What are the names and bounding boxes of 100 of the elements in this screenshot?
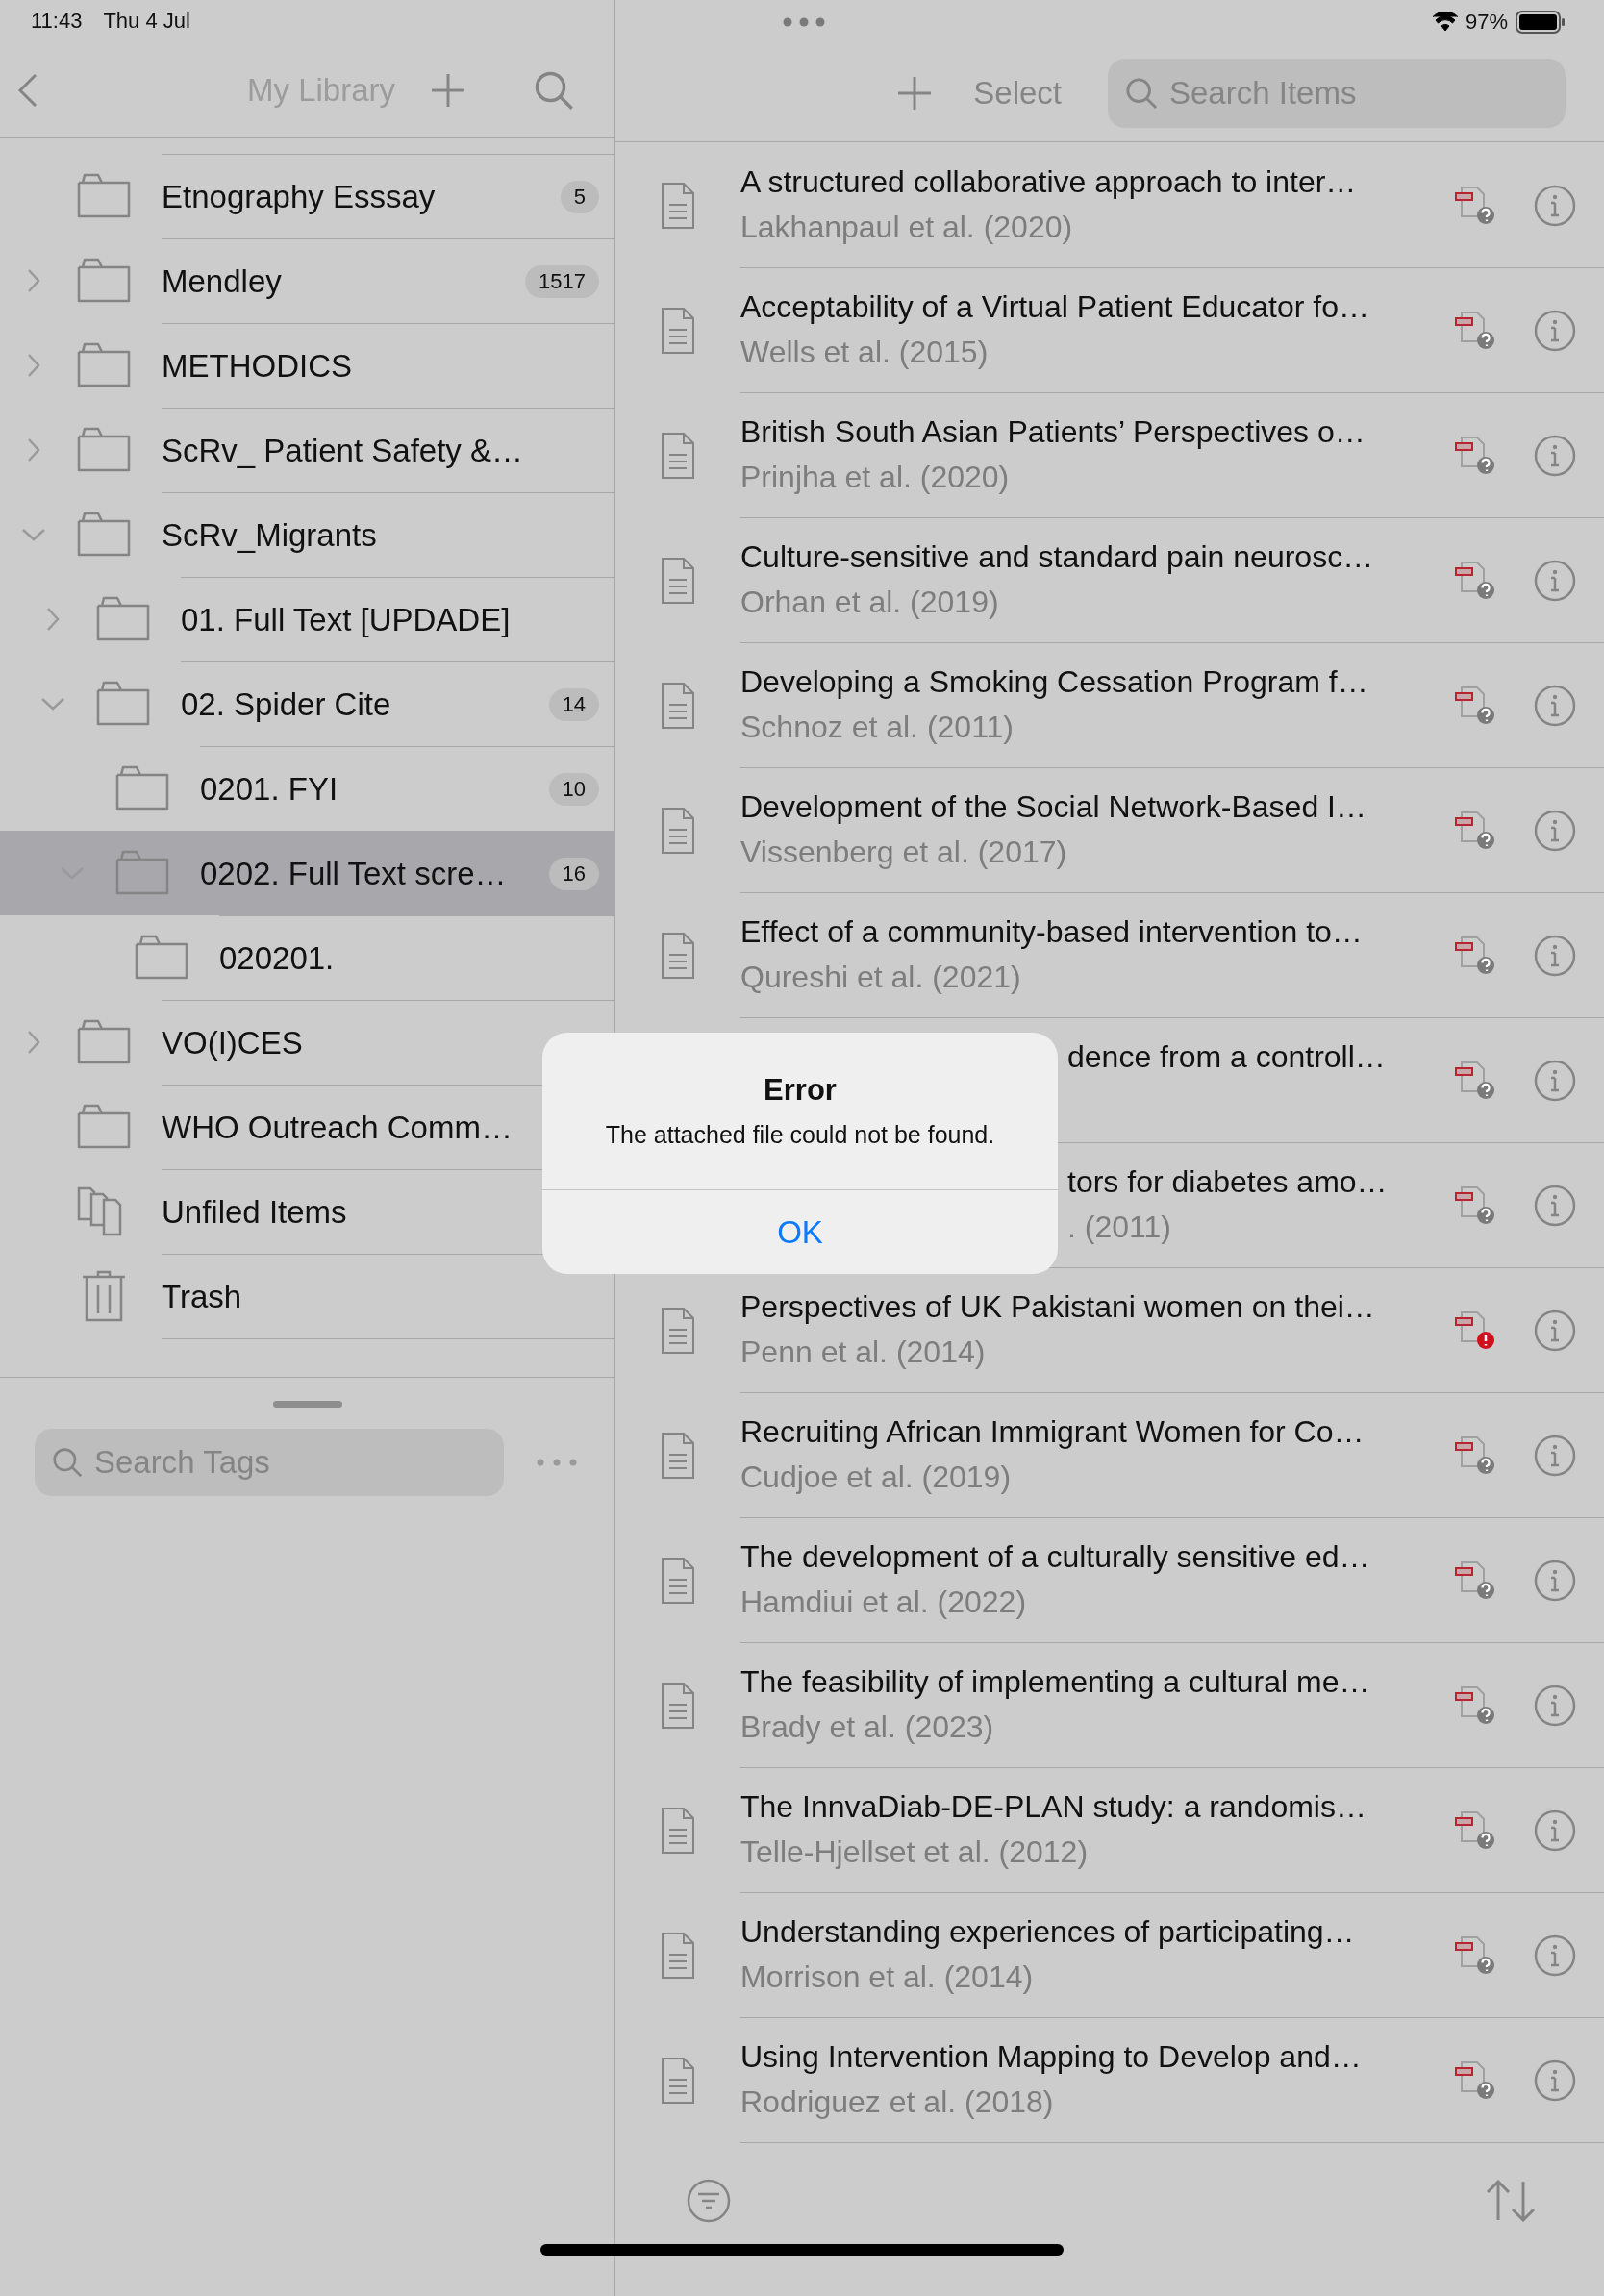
missing-file-icon[interactable] [1454,685,1496,726]
item-row[interactable]: Culture-sensitive and standard pain neurosc… Orhan et al. (2019) [615,518,1604,643]
filter-icon[interactable] [687,2178,731,2223]
info-icon[interactable] [1534,1809,1576,1852]
add-item-button[interactable] [896,74,934,112]
chevron-right-icon[interactable] [26,1030,41,1055]
item-row[interactable]: Recruiting African Immigrant Women for Co… Cudjoe et al. (2019) [615,1393,1604,1518]
document-icon [661,1432,695,1480]
collection-row[interactable]: ScRv_Migrants [0,492,614,577]
add-button[interactable] [430,71,466,109]
item-row[interactable]: British South Asian Patients’ Perspectives o… Prinjha et al. (2020) [615,393,1604,518]
info-icon[interactable] [1534,2059,1576,2102]
collection-name: Trash [162,1278,242,1315]
item-title: Development of the Social Network-Based I… [740,789,1367,825]
trash-icon [81,1269,127,1323]
sort-icon[interactable] [1485,2179,1537,2222]
chevron-right-icon[interactable] [26,353,41,378]
item-row[interactable]: Developing a Smoking Cessation Program f… Schnoz et al. (2011) [615,643,1604,768]
info-icon[interactable] [1534,309,1576,352]
document-icon [661,932,695,980]
missing-file-icon[interactable] [1454,1435,1496,1476]
info-icon[interactable] [1534,1184,1576,1227]
collection-name: 0202. Full Text scre… [200,855,507,892]
info-icon[interactable] [1534,1309,1576,1352]
missing-file-icon[interactable] [1454,1060,1496,1101]
info-icon[interactable] [1534,1559,1576,1602]
item-authors: Telle-Hjellset et al. (2012) [740,1834,1090,1871]
item-row[interactable]: Acceptability of a Virtual Patient Educator fo… Wells et al. (2015) [615,268,1604,393]
missing-file-icon[interactable] [1454,560,1496,601]
missing-file-icon[interactable] [1454,1560,1496,1601]
info-icon[interactable] [1534,434,1576,477]
document-icon [661,557,695,605]
item-row[interactable]: Development of the Social Network-Based I… Vissenberg et al. (2017) [615,768,1604,893]
missing-file-icon[interactable] [1454,1685,1496,1726]
info-icon[interactable] [1534,559,1576,602]
collection-row[interactable]: Etnography Esssay 5 [0,154,614,238]
collection-row[interactable]: Mendley 1517 [0,238,614,323]
folder-icon [77,258,131,304]
collection-row[interactable]: METHODICS [0,323,614,408]
folder-icon [77,1104,131,1150]
wifi-icon [1432,12,1458,32]
folder-icon [135,935,188,981]
collection-name: WHO Outreach Comm… [162,1109,513,1146]
collection-row[interactable]: ScRv_ Patient Safety &… [0,408,614,492]
missing-file-icon[interactable] [1454,435,1496,476]
collection-row[interactable]: 0202. Full Text scre… 16 [0,831,614,915]
missing-file-error-icon[interactable] [1454,1310,1496,1351]
item-row[interactable]: A structured collaborative approach to inter… Lakhanpaul et al. (2020) [615,143,1604,268]
item-authors: Penn et al. (2014) [740,1335,987,1371]
item-row[interactable]: The InnvaDiab-DE-PLAN study: a randomis… Telle-Hjellset et al. (2012) [615,1768,1604,1893]
item-row[interactable]: Understanding experiences of participating… Morrison et al. (2014) [615,1893,1604,2018]
document-icon [661,682,695,730]
info-icon[interactable] [1534,1434,1576,1477]
missing-file-icon[interactable] [1454,185,1496,226]
info-icon[interactable] [1534,1934,1576,1977]
missing-file-icon[interactable] [1454,2059,1496,2101]
info-icon[interactable] [1534,809,1576,852]
status-time: 11:43 [31,9,83,35]
chevron-down-icon[interactable] [21,527,46,542]
drag-handle[interactable] [272,1401,342,1408]
alert-message: The attached file could not be found. [604,1121,996,1149]
item-row[interactable]: The development of a culturally sensitive ed… Hamdiui et al. (2022) [615,1518,1604,1643]
missing-file-icon[interactable] [1454,1185,1496,1226]
item-row[interactable]: The feasibility of implementing a cultural me… Brady et al. (2023) [615,1643,1604,1768]
item-row[interactable]: Effect of a community-based intervention to… Qureshi et al. (2021) [615,893,1604,1018]
back-button[interactable] [17,72,38,108]
chevron-down-icon[interactable] [40,696,65,711]
search-icon [52,1447,83,1478]
document-icon [661,1307,695,1355]
collection-name: Unfiled Items [162,1193,347,1231]
info-icon[interactable] [1534,1684,1576,1727]
missing-file-icon[interactable] [1454,935,1496,976]
item-title: Using Intervention Mapping to Develop and… [740,2039,1363,2075]
chevron-right-icon[interactable] [26,268,41,293]
multitasking-dots-icon[interactable] [783,17,825,27]
item-row[interactable]: Using Intervention Mapping to Develop and… Rodriguez et al. (2018) [615,2018,1604,2143]
item-authors: . (2011) [1067,1210,1172,1246]
item-title: Culture-sensitive and standard pain neurosc… [740,539,1375,575]
chevron-right-icon[interactable] [45,607,61,632]
chevron-right-icon[interactable] [26,437,41,462]
collection-row[interactable]: 01. Full Text [UPDADE] [0,577,614,661]
info-icon[interactable] [1534,184,1576,227]
missing-file-icon[interactable] [1454,310,1496,351]
collection-name: ScRv_Migrants [162,516,377,554]
missing-file-icon[interactable] [1454,1809,1496,1851]
collection-name: 01. Full Text [UPDADE] [181,601,511,638]
info-icon[interactable] [1534,934,1576,977]
document-icon [661,182,695,230]
info-icon[interactable] [1534,684,1576,727]
missing-file-icon[interactable] [1454,810,1496,851]
missing-file-icon[interactable] [1454,1934,1496,1976]
search-button[interactable] [534,69,574,111]
collection-row[interactable]: 0201. FYI 10 [0,746,614,831]
collection-row[interactable]: 020201. [0,915,614,1000]
collection-name: ScRv_ Patient Safety &… [162,432,523,469]
battery-percent: 97% [1465,10,1508,35]
more-icon[interactable] [537,1459,577,1466]
item-title: tors for diabetes amo… [1067,1164,1389,1200]
collection-row[interactable]: 02. Spider Cite 14 [0,661,614,746]
info-icon[interactable] [1534,1059,1576,1102]
